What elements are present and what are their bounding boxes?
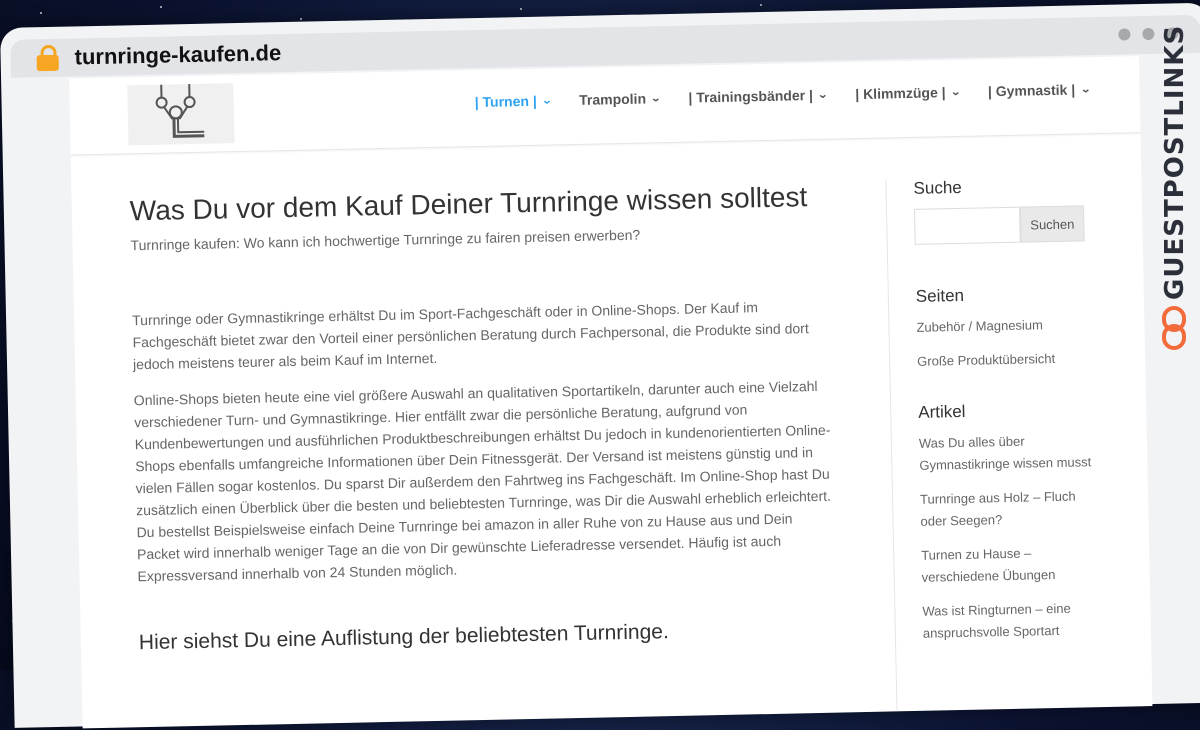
window-dot-icon[interactable] — [1142, 28, 1154, 40]
page-title: Was Du vor dem Kauf Deiner Turnringe wis… — [130, 181, 831, 228]
article-content: Was Du vor dem Kauf Deiner Turnringe wis… — [130, 181, 839, 656]
sidebar-link-produktuebersicht[interactable]: Große Produktübersicht — [917, 347, 1097, 373]
search-button[interactable]: Suchen — [1020, 205, 1085, 242]
gymnast-rings-icon — [127, 83, 234, 145]
chevron-down-icon: ⌄ — [651, 93, 662, 104]
page-subtitle: Turnringe kaufen: Wo kann ich hochwertig… — [130, 223, 830, 254]
chain-link-icon — [1160, 306, 1188, 350]
sidebar-article-link[interactable]: Turnringe aus Holz – Fluch oder Seegen? — [920, 485, 1101, 533]
section-heading: Hier siehst Du eine Auflistung der belie… — [139, 617, 839, 656]
chevron-down-icon: ⌄ — [1080, 84, 1091, 95]
brand-name: GUESTPOSTLINKS — [1160, 60, 1190, 300]
chevron-down-icon: ⌄ — [541, 95, 552, 106]
browser-window: turnringe-kaufen.de — [0, 3, 1200, 728]
nav-item-klimmzuege[interactable]: | Klimmzüge | ⌄ — [855, 84, 960, 102]
sidebar-article-link[interactable]: Was Du alles über Gymnastikringe wissen … — [919, 429, 1100, 477]
articles-widget-title: Artikel — [918, 399, 1098, 423]
nav-item-trainingsbaender[interactable]: | Trainingsbänder | ⌄ — [688, 87, 827, 106]
search-input[interactable] — [914, 207, 1021, 245]
chevron-down-icon: ⌄ — [950, 86, 961, 97]
article-paragraph: Online-Shops bieten heute eine viel größ… — [134, 375, 838, 588]
sidebar-article-link[interactable]: Was ist Ringturnen – eine anspruchsvolle… — [922, 597, 1103, 645]
webpage: | Turnen | ⌄ Trampolin ⌄ | Trainingsbänd… — [69, 56, 1152, 728]
articles-list: Was Du alles über Gymnastikringe wissen … — [919, 429, 1103, 645]
search-form: Suchen — [914, 205, 1095, 245]
search-widget-title: Suche — [913, 175, 1093, 199]
nav-item-turnen[interactable]: | Turnen | ⌄ — [475, 92, 552, 110]
pages-list: Zubehör / Magnesium Große Produktübersic… — [916, 313, 1097, 373]
nav-item-trampolin[interactable]: Trampolin ⌄ — [579, 90, 661, 108]
lock-icon — [36, 45, 59, 71]
sidebar: Suche Suchen Seiten Zubehör / Magnesium … — [913, 175, 1103, 675]
guestpostlinks-watermark: GUESTPOSTLINKS — [1158, 60, 1192, 360]
pages-widget-title: Seiten — [916, 283, 1096, 307]
nav-item-gymnastik[interactable]: | Gymnastik | ⌄ — [988, 81, 1090, 99]
sidebar-link-zubehoer[interactable]: Zubehör / Magnesium — [916, 313, 1096, 339]
chevron-down-icon: ⌄ — [818, 89, 829, 100]
window-dot-icon[interactable] — [1118, 28, 1130, 40]
url-text[interactable]: turnringe-kaufen.de — [74, 40, 281, 70]
sidebar-divider — [885, 179, 897, 719]
main-nav: | Turnen | ⌄ Trampolin ⌄ | Trainingsbänd… — [475, 81, 1090, 110]
sidebar-article-link[interactable]: Turnen zu Hause – verschiedene Übungen — [921, 541, 1102, 589]
article-paragraph: Turnringe oder Gymnastikringe erhältst D… — [132, 295, 833, 376]
site-logo[interactable] — [127, 83, 234, 145]
